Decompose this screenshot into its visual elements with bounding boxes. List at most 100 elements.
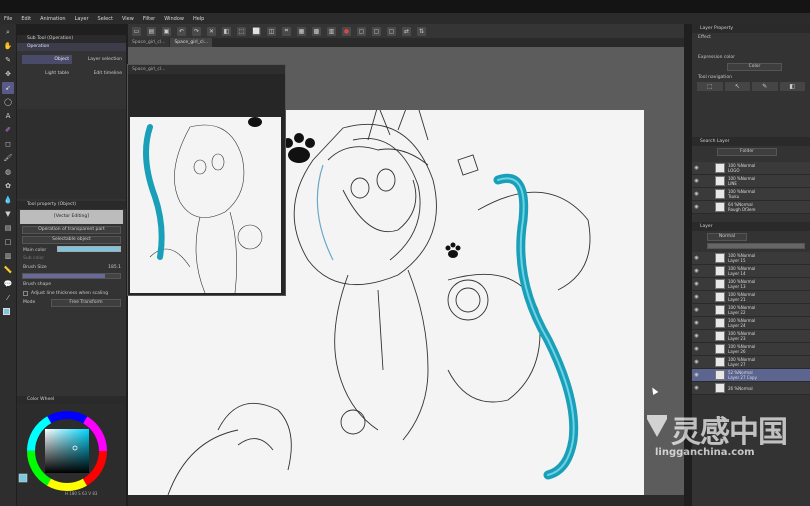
sub-tool-light-table[interactable]: Light table	[22, 69, 72, 78]
layer-row[interactable]: ◉ 100 %Normal Layer 14	[692, 265, 810, 278]
visibility-eye-icon[interactable]: ◉	[692, 333, 701, 339]
doc-tab-1[interactable]: Space_girl_cl...	[128, 38, 170, 47]
visibility-eye-icon[interactable]: ◉	[692, 204, 701, 210]
search-layer-row[interactable]: ◉ 100 %Normal Tsuku	[692, 188, 810, 201]
navigator-subview-window[interactable]: Space_girl_cl...	[127, 64, 286, 296]
visibility-eye-icon[interactable]: ◉	[692, 359, 701, 365]
fill-tool-icon[interactable]: ▼	[2, 208, 14, 220]
menu-window[interactable]: Window	[164, 16, 184, 22]
color-swatches[interactable]	[3, 308, 13, 318]
adjust-line-checkbox[interactable]	[23, 291, 28, 296]
visibility-eye-icon[interactable]: ◉	[692, 165, 701, 171]
sub-tool-layer-selection[interactable]: Layer selection	[77, 55, 122, 64]
layer-row[interactable]: ◉ 100 %Normal Layer 15	[692, 252, 810, 265]
clear-icon[interactable]: ✕	[207, 26, 216, 36]
menu-filter[interactable]: Filter	[143, 16, 155, 22]
hand-tool-icon[interactable]: ✋	[2, 40, 14, 52]
extra-3-icon[interactable]: ▢	[387, 26, 396, 36]
color-mode-icon[interactable]: ●	[342, 26, 351, 36]
pen-tool-2-icon[interactable]: ✐	[2, 124, 14, 136]
new-file-icon[interactable]: ▭	[132, 26, 141, 36]
gradient-tool-icon[interactable]: ▤	[2, 222, 14, 234]
open-file-icon[interactable]: ▤	[147, 26, 156, 36]
pen-tool-icon[interactable]: ✎	[2, 54, 14, 66]
save-icon[interactable]: ▣	[162, 26, 171, 36]
menu-file[interactable]: File	[4, 16, 12, 22]
brush-size-slider[interactable]	[22, 273, 121, 279]
snap-special-icon[interactable]: ▥	[327, 26, 336, 36]
brush-shape-row[interactable]: Brush shape	[17, 280, 126, 289]
snap-grid-icon[interactable]: ▩	[312, 26, 321, 36]
adjust-line-row[interactable]: Adjust line thickness when scaling	[17, 289, 126, 298]
lasso-tool-icon[interactable]: ◯	[2, 96, 14, 108]
text-tool-icon[interactable]: A	[2, 110, 14, 122]
layer-row[interactable]: ◉ 26 %Normal	[692, 382, 810, 395]
menu-help[interactable]: Help	[193, 16, 204, 22]
decoration-tool-icon[interactable]: ✿	[2, 180, 14, 192]
main-color-swatch[interactable]	[3, 308, 10, 315]
color-wheel[interactable]: H 180 S 63 V 83	[17, 404, 126, 498]
invert-selection-icon[interactable]: ◫	[267, 26, 276, 36]
nav-move-icon[interactable]: ↖	[724, 82, 750, 91]
ruler-tool-icon[interactable]: 📏	[2, 264, 14, 276]
layer-row[interactable]: ◉ 100 %Normal Layer 21	[692, 291, 810, 304]
menu-edit[interactable]: Edit	[21, 16, 31, 22]
blend-mode-dropdown[interactable]: Normal	[707, 233, 747, 241]
layer-row[interactable]: ◉ 100 %Normal Layer 23	[692, 330, 810, 343]
menu-view[interactable]: View	[122, 16, 134, 22]
visibility-eye-icon[interactable]: ◉	[692, 385, 701, 391]
zoom-tool-icon[interactable]: ⌕	[2, 26, 14, 38]
visibility-eye-icon[interactable]: ◉	[692, 255, 701, 261]
layer-row[interactable]: ◉ 100 %Normal Layer 26	[692, 343, 810, 356]
deselect-icon[interactable]: ⬜	[252, 26, 261, 36]
sub-tool-object[interactable]: Object	[22, 55, 72, 64]
mode-dropdown[interactable]: Free Transform	[51, 298, 121, 307]
subview-title[interactable]: Space_girl_cl...	[128, 65, 285, 74]
layer-opacity-slider[interactable]	[707, 243, 805, 249]
visibility-eye-icon[interactable]: ◉	[692, 191, 701, 197]
fill-icon[interactable]: ◧	[222, 26, 231, 36]
airbrush-tool-icon[interactable]: ◍	[2, 166, 14, 178]
operation-tool-icon[interactable]: ➹	[2, 82, 14, 94]
eraser-tool-icon[interactable]: ◻	[2, 138, 14, 150]
visibility-eye-icon[interactable]: ◉	[692, 320, 701, 326]
layer-row[interactable]: ◉ 100 %Normal Layer 22	[692, 304, 810, 317]
redo-icon[interactable]: ↷	[192, 26, 201, 36]
nav-select-icon[interactable]: ⬚	[697, 82, 723, 91]
menu-select[interactable]: Select	[98, 16, 113, 22]
visibility-eye-icon[interactable]: ◉	[692, 346, 701, 352]
visibility-eye-icon[interactable]: ◉	[692, 268, 701, 274]
balloon-tool-icon[interactable]: 💬	[2, 278, 14, 290]
undo-icon[interactable]: ↶	[177, 26, 186, 36]
selectable-object-dropdown[interactable]: Selectable object	[22, 236, 121, 244]
sub-tool-group[interactable]: Operation	[17, 43, 126, 51]
current-color-swatch[interactable]	[18, 473, 28, 483]
menu-animation[interactable]: Animation	[40, 16, 66, 22]
search-layer-row[interactable]: ◉ 100 %Normal LOGO	[692, 162, 810, 175]
visibility-eye-icon[interactable]: ◉	[692, 372, 701, 378]
eyedropper-tool-icon[interactable]: ⁄	[2, 292, 14, 304]
operation-transparent-dropdown[interactable]: Operation of transparent part	[22, 226, 121, 234]
doc-tab-2[interactable]: Space_girl_cl...	[170, 38, 212, 47]
sub-tool-edit-timeline[interactable]: Edit timeline	[77, 69, 122, 78]
visibility-eye-icon[interactable]: ◉	[692, 307, 701, 313]
nav-pen-icon[interactable]: ✎	[752, 82, 778, 91]
brush-tool-icon[interactable]: 🖌	[2, 152, 14, 164]
nav-fill-icon[interactable]: ◧	[779, 82, 805, 91]
frame-tool-icon[interactable]: ▥	[2, 250, 14, 262]
main-color-bar[interactable]	[57, 246, 121, 252]
brush-size-value[interactable]: 185.1	[108, 263, 121, 272]
search-layer-row[interactable]: ◉ 64 %Normal Rough Of3ere	[692, 201, 810, 214]
blend-tool-icon[interactable]: 💧	[2, 194, 14, 206]
extra-2-icon[interactable]: ▢	[372, 26, 381, 36]
visibility-eye-icon[interactable]: ◉	[692, 281, 701, 287]
extra-1-icon[interactable]: ▢	[357, 26, 366, 36]
menu-layer[interactable]: Layer	[75, 16, 89, 22]
visibility-eye-icon[interactable]: ◉	[692, 178, 701, 184]
flip-horizontal-icon[interactable]: ⇄	[402, 26, 411, 36]
figure-tool-icon[interactable]: □	[2, 236, 14, 248]
subview-paper[interactable]	[130, 117, 281, 293]
layer-row[interactable]: ◉ 100 %Normal Layer 13	[692, 278, 810, 291]
search-type-dropdown[interactable]: Folder	[717, 148, 777, 156]
transform-icon[interactable]: ⬚	[237, 26, 246, 36]
